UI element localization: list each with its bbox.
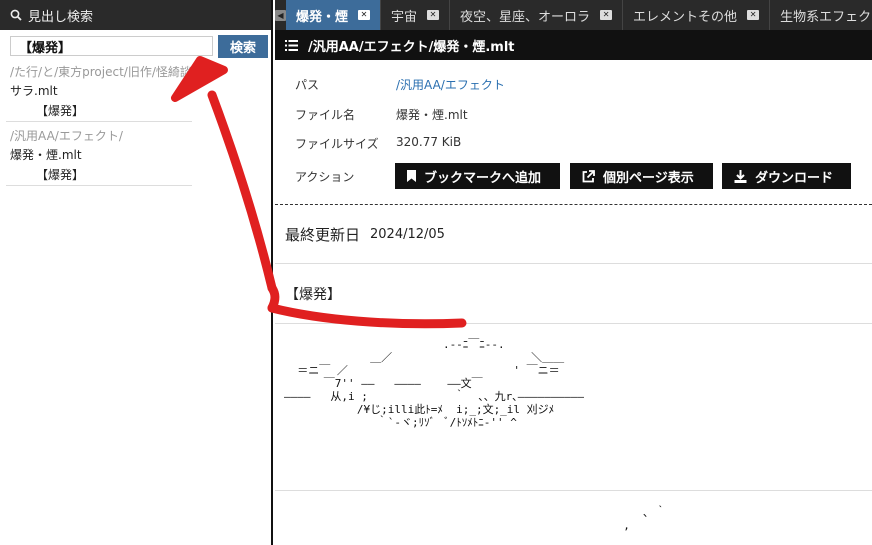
tab-label: 夜空、星座、オーロラ bbox=[460, 9, 591, 25]
tab-label: 爆発・煙 bbox=[296, 9, 349, 25]
tab-element-other[interactable]: エレメントその他 ✕ bbox=[623, 0, 771, 30]
filesize-label: ファイルサイズ bbox=[295, 137, 379, 151]
ascii-art[interactable]: .--ﾆ￣ﾆ--. ＿／ ＼＿＿ ＝ニ￣ ／ ' ￣ニ＝ ￣7'' ―― ―――… bbox=[284, 338, 584, 429]
close-icon[interactable]: ✕ bbox=[747, 10, 760, 20]
path-label: パス bbox=[295, 78, 320, 92]
close-icon[interactable]: ✕ bbox=[358, 10, 371, 20]
close-icon[interactable]: ✕ bbox=[600, 10, 613, 20]
divider bbox=[275, 490, 872, 491]
search-row: 検索 bbox=[0, 30, 271, 60]
bookmark-icon bbox=[407, 170, 416, 182]
open-page-label: 個別ページ表示 bbox=[603, 170, 694, 186]
section-heading: 【爆発】 bbox=[275, 265, 872, 324]
search-icon bbox=[10, 9, 22, 21]
last-updated-value: 2024/12/05 bbox=[370, 227, 445, 242]
ascii-art-next[interactable]: ､ ｀ , bbox=[610, 506, 666, 532]
tab-explosion-smoke[interactable]: 爆発・煙 ✕ bbox=[286, 0, 382, 30]
sidebar-title: 見出し検索 bbox=[28, 9, 94, 25]
tab-scroll-left-button[interactable]: ◀ bbox=[275, 0, 286, 30]
list-item[interactable]: /汎用AA/エフェクト/ 爆発・煙.mlt 【爆発】 bbox=[6, 127, 192, 186]
close-icon[interactable]: ✕ bbox=[427, 10, 440, 20]
download-icon bbox=[734, 169, 747, 183]
result-file[interactable]: 爆発・煙.mlt bbox=[6, 145, 192, 165]
action-label: アクション bbox=[295, 170, 355, 184]
section-tag: 【爆発】 bbox=[285, 287, 341, 303]
tab-bar: ◀ 爆発・煙 ✕ 宇宙 ✕ 夜空、星座、オーロラ ✕ エレメントその他 ✕ 生物… bbox=[275, 0, 872, 30]
result-file[interactable]: サラ.mlt bbox=[6, 81, 192, 101]
result-tag[interactable]: 【爆発】 bbox=[6, 165, 192, 185]
search-sidebar: 見出し検索 検索 /た行/と/東方project/旧作/怪綺談 サラ.mlt 【… bbox=[0, 0, 273, 545]
tab-night-sky[interactable]: 夜空、星座、オーロラ ✕ bbox=[450, 0, 624, 30]
file-info: パス /汎用AA/エフェクト ファイル名 爆発・煙.mlt ファイルサイズ 32… bbox=[275, 60, 872, 205]
list-item[interactable]: /た行/と/東方project/旧作/怪綺談 サラ.mlt 【爆発】 bbox=[6, 63, 192, 122]
last-updated-row: 最終更新日 2024/12/05 bbox=[275, 206, 872, 264]
search-input[interactable] bbox=[10, 36, 213, 56]
result-tag[interactable]: 【爆発】 bbox=[6, 101, 192, 121]
filename-label: ファイル名 bbox=[295, 108, 356, 122]
open-page-button[interactable]: 個別ページ表示 bbox=[570, 163, 713, 189]
path-link[interactable]: /汎用AA/エフェクト bbox=[396, 76, 505, 93]
result-path[interactable]: /汎用AA/エフェクト/ bbox=[6, 127, 192, 145]
tab-label: 生物系エフェクト bbox=[780, 9, 872, 25]
filesize-value: 320.77 KiB bbox=[396, 135, 462, 149]
tab-label: 宇宙 bbox=[391, 9, 418, 25]
chevron-left-icon: ◀ bbox=[275, 9, 286, 21]
filename-value: 爆発・煙.mlt bbox=[396, 108, 468, 122]
tab-creature-effect[interactable]: 生物系エフェクト bbox=[770, 0, 872, 30]
download-button[interactable]: ダウンロード bbox=[722, 163, 851, 189]
sidebar-header: 見出し検索 bbox=[0, 0, 271, 30]
result-path[interactable]: /た行/と/東方project/旧作/怪綺談 bbox=[6, 63, 192, 81]
file-path-bar: /汎用AA/エフェクト/爆発・煙.mlt bbox=[275, 30, 872, 60]
file-path-title: /汎用AA/エフェクト/爆発・煙.mlt bbox=[308, 39, 515, 55]
list-icon[interactable] bbox=[285, 39, 298, 51]
tab-space[interactable]: 宇宙 ✕ bbox=[381, 0, 451, 30]
download-label: ダウンロード bbox=[755, 170, 834, 186]
bookmark-label: ブックマークへ追加 bbox=[424, 170, 542, 186]
add-bookmark-button[interactable]: ブックマークへ追加 bbox=[395, 163, 560, 189]
external-link-icon bbox=[582, 169, 595, 182]
last-updated-label: 最終更新日 bbox=[285, 226, 361, 244]
search-button[interactable]: 検索 bbox=[218, 35, 268, 58]
tab-label: エレメントその他 bbox=[633, 9, 738, 25]
